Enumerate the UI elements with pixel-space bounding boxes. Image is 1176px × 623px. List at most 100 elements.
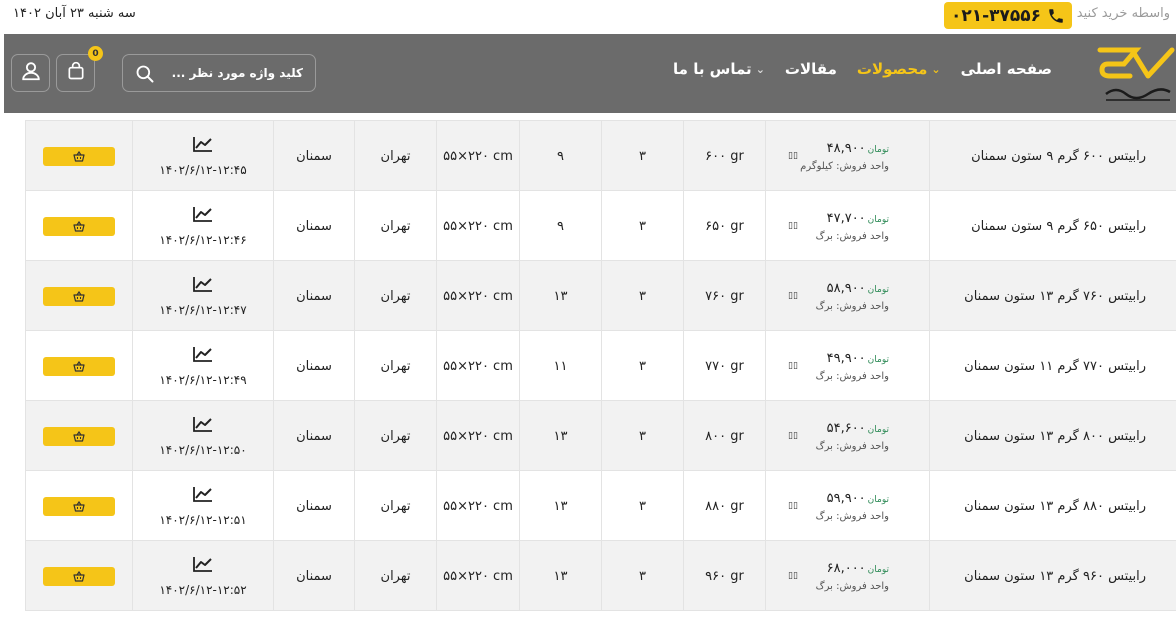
size-cell: ۵۵×۲۲۰ cm <box>436 331 519 401</box>
table-row: رابیتس ۷۷۰ گرم ۱۱ ستون سمنان تومان ۴۹,۹۰… <box>25 331 1176 401</box>
price-cell: تومان ۴۷,۷۰۰ واحد فروش: برگ ▯▯ <box>765 191 929 261</box>
price-value: ۴۷,۷۰۰ <box>826 210 866 226</box>
delivery-location-cell: تهران <box>354 121 436 191</box>
price-history-icon[interactable]: ▯▯ <box>788 571 798 581</box>
update-date-cell: ۱۴۰۲/۶/۱۲-۱۲:۴۶ <box>132 191 273 261</box>
product-name[interactable]: رابیتس ۷۷۰ گرم ۱۱ ستون سمنان <box>929 331 1176 401</box>
price-history-icon[interactable]: ▯▯ <box>788 361 798 371</box>
weight-cell: ۸۰۰ gr <box>683 401 765 471</box>
weight-cell: ۷۶۰ gr <box>683 261 765 331</box>
price-value: ۵۸,۹۰۰ <box>826 280 866 296</box>
site-logo[interactable] <box>1096 42 1176 108</box>
price-history-icon[interactable]: ▯▯ <box>788 431 798 441</box>
update-date: ۱۴۰۲/۶/۱۲-۱۲:۵۱ <box>159 513 247 527</box>
update-date: ۱۴۰۲/۶/۱۲-۱۲:۴۶ <box>159 233 247 247</box>
factory-location-cell: سمنان <box>273 471 354 541</box>
weight-cell: ۸۸۰ gr <box>683 471 765 541</box>
nav-products[interactable]: محصولات ⌄ <box>857 60 941 78</box>
price-history-icon[interactable]: ▯▯ <box>788 221 798 231</box>
price-history-icon[interactable]: ▯▯ <box>788 501 798 511</box>
size-cell: ۵۵×۲۲۰ cm <box>436 121 519 191</box>
count-cell: ۳ <box>601 121 683 191</box>
product-name[interactable]: رابیتس ۹۶۰ گرم ۱۳ ستون سمنان <box>929 541 1176 611</box>
table-row: رابیتس ۶۰۰ گرم ۹ ستون سمنان تومان ۴۸,۹۰۰… <box>25 121 1176 191</box>
search-input[interactable] <box>163 64 303 82</box>
factory-location-cell: سمنان <box>273 191 354 261</box>
chart-trend-icon[interactable] <box>192 135 214 157</box>
product-name[interactable]: رابیتس ۶۰۰ گرم ۹ ستون سمنان <box>929 121 1176 191</box>
chart-trend-icon[interactable] <box>192 275 214 297</box>
update-date-cell: ۱۴۰۲/۶/۱۲-۱۲:۴۵ <box>132 121 273 191</box>
chart-trend-icon[interactable] <box>192 555 214 577</box>
count-cell: ۳ <box>601 541 683 611</box>
price-table: رابیتس ۶۰۰ گرم ۹ ستون سمنان تومان ۴۸,۹۰۰… <box>25 113 1176 623</box>
top-info-bar: سه شنبه ۲۳ آبان ۱۴۰۲ ۰۲۱-۳۷۵۵۶ واسطه خری… <box>0 0 1176 34</box>
nav-contact[interactable]: تماس با ما ⌄ <box>673 60 765 78</box>
delivery-location-cell: تهران <box>354 331 436 401</box>
chart-trend-icon[interactable] <box>192 485 214 507</box>
price-cell: تومان ۵۴,۶۰۰ واحد فروش: برگ ▯▯ <box>765 401 929 471</box>
phone-button[interactable]: ۰۲۱-۳۷۵۵۶ <box>944 2 1072 29</box>
basket-icon <box>73 150 85 162</box>
update-date-cell: ۱۴۰۲/۶/۱۲-۱۲:۵۰ <box>132 401 273 471</box>
add-to-cart-button[interactable] <box>43 216 115 236</box>
product-name[interactable]: رابیتس ۶۵۰ گرم ۹ ستون سمنان <box>929 191 1176 261</box>
update-date-cell: ۱۴۰۲/۶/۱۲-۱۲:۴۹ <box>132 331 273 401</box>
cart-count-badge: 0 <box>88 46 103 61</box>
nav-home[interactable]: صفحه اصلی <box>961 60 1052 78</box>
sale-unit: واحد فروش: برگ <box>815 370 889 382</box>
update-date-cell: ۱۴۰۲/۶/۱۲-۱۲:۵۱ <box>132 471 273 541</box>
basket-icon <box>73 220 85 232</box>
main-header: صفحه اصلی محصولات⌄ مقالات تماس با ما⌄ 0 <box>4 34 1176 113</box>
table-row: رابیتس ۶۵۰ گرم ۹ ستون سمنان تومان ۴۷,۷۰۰… <box>25 191 1176 261</box>
update-date: ۱۴۰۲/۶/۱۲-۱۲:۴۵ <box>159 163 247 177</box>
columns-cell: ۱۳ <box>519 541 601 611</box>
add-to-cart-button[interactable] <box>43 426 115 446</box>
update-date: ۱۴۰۲/۶/۱۲-۱۲:۴۷ <box>159 303 247 317</box>
nav-articles[interactable]: مقالات <box>785 60 837 78</box>
columns-cell: ۹ <box>519 191 601 261</box>
buy-cell <box>25 121 132 191</box>
add-to-cart-button[interactable] <box>43 496 115 516</box>
table-row: رابیتس ۷۶۰ گرم ۱۳ ستون سمنان تومان ۵۸,۹۰… <box>25 261 1176 331</box>
size-cell: ۵۵×۲۲۰ cm <box>436 471 519 541</box>
add-to-cart-button[interactable] <box>43 566 115 586</box>
add-to-cart-button[interactable] <box>43 356 115 376</box>
basket-icon <box>73 290 85 302</box>
buy-cell <box>25 191 132 261</box>
add-to-cart-button[interactable] <box>43 286 115 306</box>
add-to-cart-button[interactable] <box>43 146 115 166</box>
product-name[interactable]: رابیتس ۸۰۰ گرم ۱۳ ستون سمنان <box>929 401 1176 471</box>
chevron-down-icon: ⌄ <box>755 62 765 76</box>
update-date: ۱۴۰۲/۶/۱۲-۱۲:۵۰ <box>159 443 247 457</box>
price-currency: تومان <box>867 214 889 225</box>
buy-cell <box>25 261 132 331</box>
weight-cell: ۹۶۰ gr <box>683 541 765 611</box>
sale-unit: واحد فروش: برگ <box>815 440 889 452</box>
count-cell: ۳ <box>601 331 683 401</box>
price-history-icon[interactable]: ▯▯ <box>788 151 798 161</box>
account-button[interactable] <box>11 54 50 92</box>
columns-cell: ۱۳ <box>519 401 601 471</box>
product-name[interactable]: رابیتس ۸۸۰ گرم ۱۳ ستون سمنان <box>929 471 1176 541</box>
chart-trend-icon[interactable] <box>192 205 214 227</box>
price-cell: تومان ۴۹,۹۰۰ واحد فروش: برگ ▯▯ <box>765 331 929 401</box>
columns-cell: ۱۳ <box>519 471 601 541</box>
price-currency: تومان <box>867 564 889 575</box>
search-icon[interactable] <box>135 64 155 88</box>
columns-cell: ۱۳ <box>519 261 601 331</box>
price-history-icon[interactable]: ▯▯ <box>788 291 798 301</box>
buy-cell <box>25 331 132 401</box>
factory-location-cell: سمنان <box>273 331 354 401</box>
price-currency: تومان <box>867 494 889 505</box>
product-name[interactable]: رابیتس ۷۶۰ گرم ۱۳ ستون سمنان <box>929 261 1176 331</box>
update-date-cell: ۱۴۰۲/۶/۱۲-۱۲:۵۲ <box>132 541 273 611</box>
buy-via-text: واسطه خرید کنید <box>1076 6 1170 21</box>
chart-trend-icon[interactable] <box>192 415 214 437</box>
update-date: ۱۴۰۲/۶/۱۲-۱۲:۴۹ <box>159 373 247 387</box>
nav-home-label: صفحه اصلی <box>960 60 1052 78</box>
cart-button[interactable] <box>56 54 95 92</box>
chart-trend-icon[interactable] <box>192 345 214 367</box>
basket-icon <box>73 500 85 512</box>
size-cell: ۵۵×۲۲۰ cm <box>436 191 519 261</box>
